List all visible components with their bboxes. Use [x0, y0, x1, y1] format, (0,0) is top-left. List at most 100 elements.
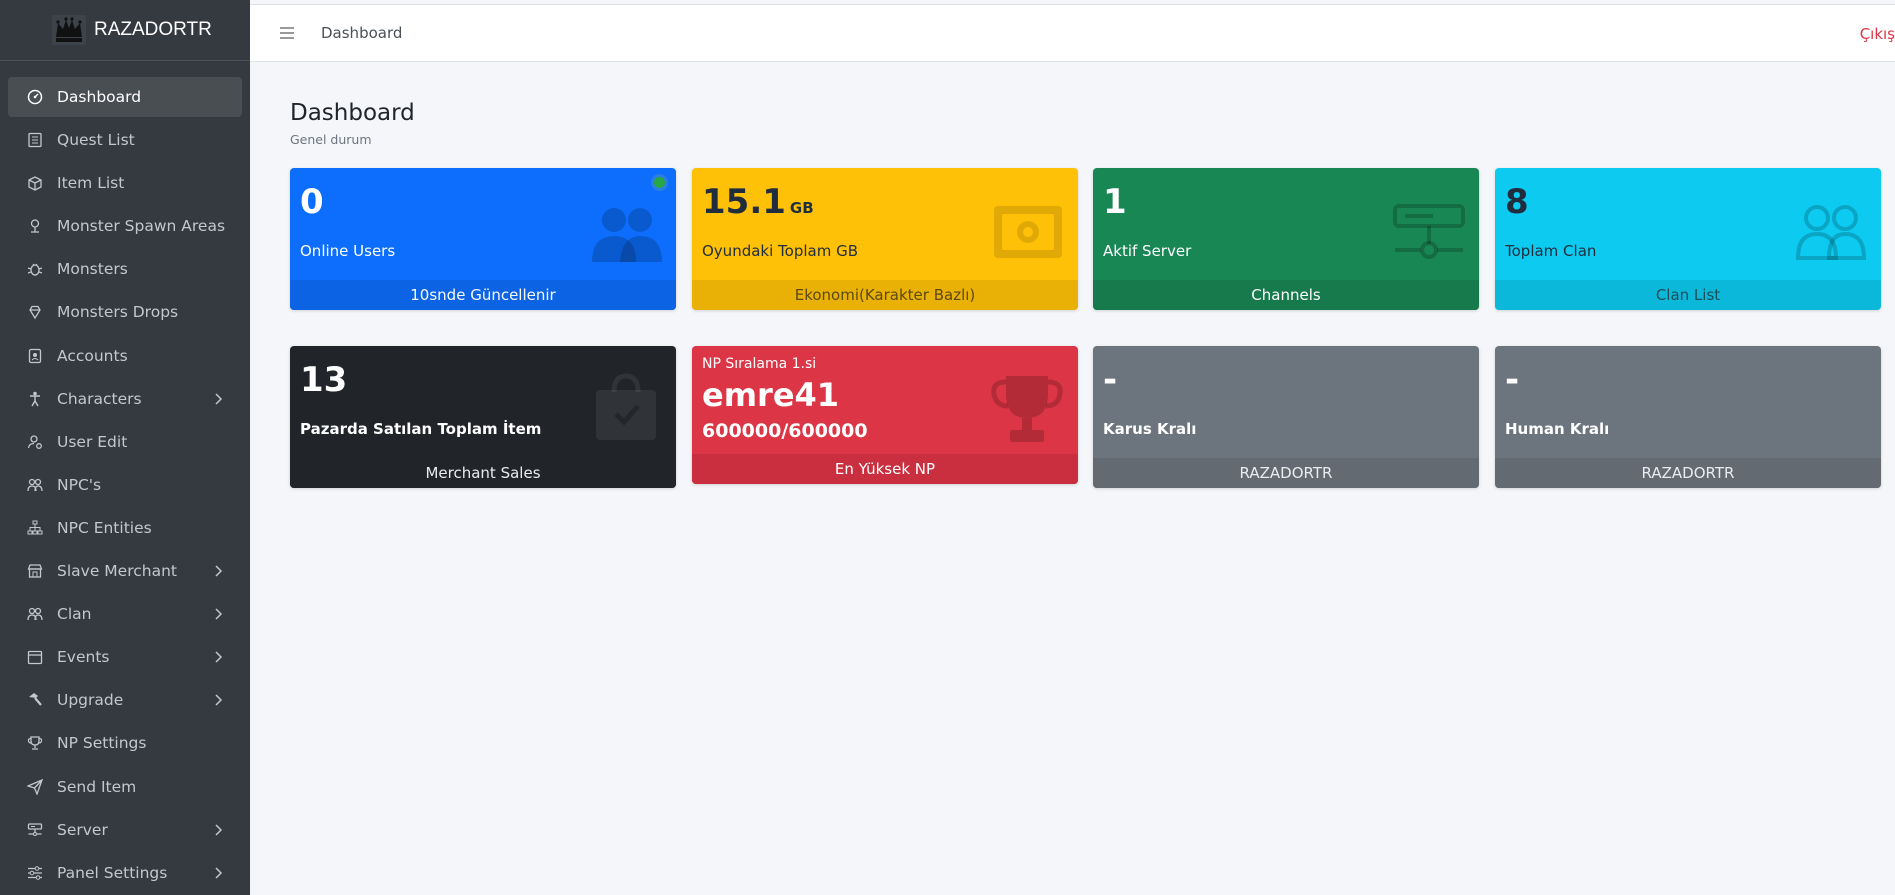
sidebar-item-np-settings[interactable]: NP Settings [8, 723, 242, 763]
person-icon [30, 391, 40, 407]
sidebar-item-label: Monster Spawn Areas [57, 217, 226, 236]
sidebar-item-npc-s[interactable]: NPC's [8, 465, 242, 505]
total-gb-card: 15.1 GB Oyundaki Toplam GB Ekonomi(Karakt… [692, 168, 1078, 310]
sidebar: RAZADORTR Dashboard Quest List Item List Mo… [0, 0, 250, 895]
card-value: 8 [1505, 182, 1529, 222]
sliders-icon [28, 865, 42, 880]
card-label: Aktif Server [1103, 242, 1192, 260]
card-label: Pazarda Satılan Toplam İtem [300, 420, 542, 438]
np-score: 600000/600000 [702, 420, 868, 442]
card-label: Human Kralı [1505, 420, 1610, 438]
card-value: - [1103, 360, 1118, 400]
brand-name: RAZADORTR [94, 19, 212, 40]
sidebar-item-characters[interactable]: Characters [8, 379, 242, 419]
sidebar-item-label: NPC's [57, 475, 102, 494]
online-status-dot [651, 174, 668, 191]
people-icon [27, 478, 43, 491]
top-navbar: Dashboard Çıkış [250, 4, 1895, 62]
people-icon [27, 607, 43, 621]
merchant-sales-card: 13 Pazarda Satılan Toplam İtem Merchant … [290, 346, 676, 488]
sidebar-item-events[interactable]: Events [8, 637, 242, 677]
card-footer-link[interactable]: Ekonomi(Karakter Bazlı) [692, 280, 1078, 310]
total-clan-card: 8 Toplam Clan Clan List [1495, 168, 1881, 310]
sidebar-item-label: Server [57, 820, 108, 839]
sidebar-item-monsters-drops[interactable]: Monsters Drops [8, 292, 242, 332]
card-footer-link[interactable]: RAZADORTR [1093, 458, 1479, 488]
calendar-icon [27, 651, 43, 665]
shopping-bag-icon [596, 373, 656, 440]
trophy-icon [991, 376, 1063, 442]
card-label: Oyundaki Toplam GB [702, 242, 858, 260]
sidebar-item-label: Clan [57, 605, 92, 624]
bug-icon [27, 263, 43, 277]
sidebar-item-npc-entities[interactable]: NPC Entities [8, 508, 242, 548]
card-value: - [1505, 360, 1520, 400]
sidebar-item-label: Slave Merchant [57, 562, 177, 581]
sidebar-item-label: User Edit [57, 432, 128, 451]
sidebar-item-label: Events [57, 648, 110, 667]
chevron-right-icon [215, 565, 223, 577]
karus-king-card: - Karus Kralı RAZADORTR [1093, 346, 1479, 488]
map-pin-icon [30, 219, 40, 233]
sidebar-item-item-list[interactable]: Item List [8, 163, 242, 203]
sidebar-item-upgrade[interactable]: Upgrade [8, 680, 242, 720]
logout-link[interactable]: Çıkış [1860, 25, 1895, 43]
sidebar-item-dashboard[interactable]: Dashboard [8, 77, 242, 117]
card-label: Online Users [300, 242, 396, 260]
sidebar-item-label: Quest List [57, 131, 135, 150]
online-users-card: 0 Online Users 10snde Güncellenir [290, 168, 676, 310]
sidebar-item-label: Send Item [57, 777, 137, 796]
brand[interactable]: RAZADORTR [0, 0, 250, 61]
page-title: Dashboard [290, 100, 415, 126]
sidebar-item-label: Panel Settings [57, 863, 168, 882]
sidebar-item-monsters[interactable]: Monsters [8, 249, 242, 289]
user-gear-icon [27, 435, 42, 449]
sidebar-item-panel-settings[interactable]: Panel Settings [8, 853, 242, 893]
dashboard-gauge-icon [27, 89, 43, 105]
list-icon [28, 132, 42, 148]
sidebar-item-label: Monsters [57, 260, 128, 279]
cash-icon [994, 206, 1062, 258]
sidebar-item-label: Accounts [57, 346, 128, 365]
sidebar-item-label: Dashboard [57, 88, 142, 106]
active-server-card: 1 Aktif Server Channels [1093, 168, 1479, 310]
sidebar-item-send-item[interactable]: Send Item [8, 767, 242, 807]
sidebar-item-clan[interactable]: Clan [8, 594, 242, 634]
page-subtitle: Genel durum [290, 132, 372, 147]
send-icon [27, 778, 43, 795]
card-footer-link[interactable]: Channels [1093, 280, 1479, 310]
sidebar-item-slave-merchant[interactable]: Slave Merchant [8, 551, 242, 591]
crown-icon [52, 15, 86, 45]
card-footer-link[interactable]: RAZADORTR [1495, 458, 1881, 488]
card-footer-link[interactable]: 10snde Güncellenir [290, 280, 676, 310]
hammer-icon [29, 693, 42, 707]
np-rank-label: NP Sıralama 1.si [702, 356, 817, 372]
card-label: Toplam Clan [1505, 242, 1597, 260]
sidebar-item-quest-list[interactable]: Quest List [8, 120, 242, 160]
card-footer-link[interactable]: Clan List [1495, 280, 1881, 310]
sidebar-item-server[interactable]: Server [8, 810, 242, 850]
card-value: 1 [1103, 182, 1127, 222]
hamburger-icon[interactable] [280, 27, 294, 39]
shop-icon [27, 564, 43, 578]
chevron-right-icon [215, 393, 223, 405]
card-footer-link[interactable]: Merchant Sales [290, 458, 676, 488]
card-unit: GB [789, 199, 814, 217]
sidebar-item-label: NPC Entities [57, 518, 152, 537]
trophy-icon [27, 736, 43, 751]
np-player-name: emre41 [702, 376, 840, 414]
sidebar-item-label: Monsters Drops [57, 303, 179, 322]
card-footer-link[interactable]: En Yüksek NP [692, 454, 1078, 484]
chevron-right-icon [215, 651, 223, 663]
box-icon [28, 176, 42, 191]
chevron-right-icon [215, 608, 223, 620]
top-link-dashboard[interactable]: Dashboard [321, 24, 402, 42]
sidebar-item-monster-spawn-areas[interactable]: Monster Spawn Areas [8, 206, 242, 246]
server-icon [1393, 204, 1465, 259]
sidebar-item-label: NP Settings [57, 734, 147, 753]
sidebar-item-label: Item List [57, 174, 125, 193]
server-icon [27, 822, 43, 836]
sidebar-item-accounts[interactable]: Accounts [8, 336, 242, 376]
human-king-card: - Human Kralı RAZADORTR [1495, 346, 1881, 488]
sidebar-item-user-edit[interactable]: User Edit [8, 422, 242, 462]
